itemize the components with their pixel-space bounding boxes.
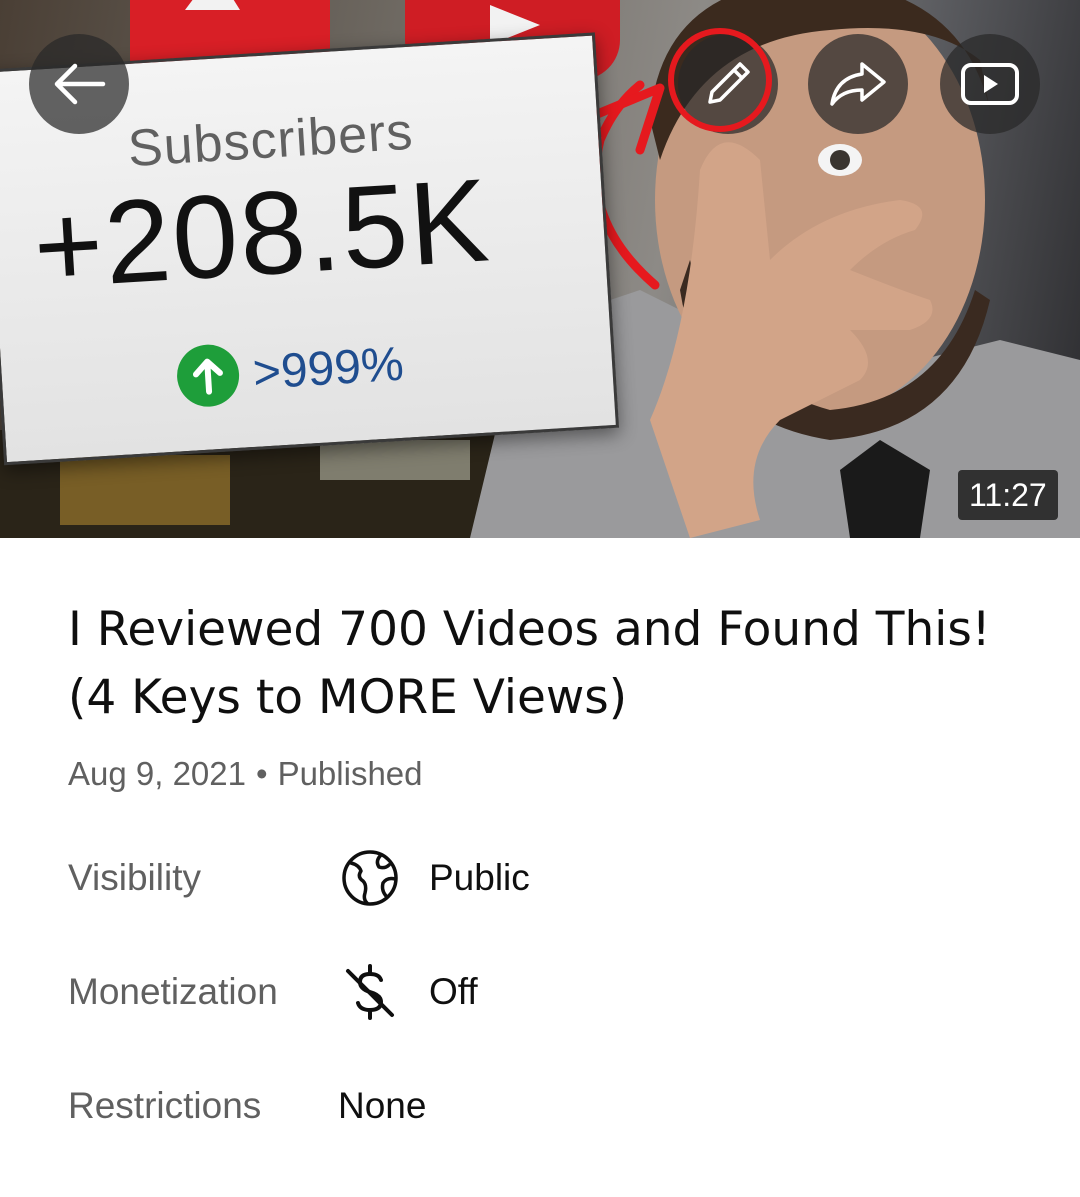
video-title: I Reviewed 700 Videos and Found This! (4… [68,602,991,725]
visibility-label: Visibility [68,857,201,898]
share-button[interactable] [808,34,908,134]
publish-date: Aug 9, 2021 [68,755,246,792]
pencil-icon [708,62,750,104]
video-details-screen: Subscribers +208.5K >999% 11:27 I Review… [0,0,1080,1197]
youtube-play-icon [961,63,1019,105]
publish-status: Published [277,755,423,792]
no-money-icon [338,962,402,1022]
share-arrow-icon [830,62,886,106]
restrictions-value: None [338,1085,427,1126]
arrow-left-icon [54,63,106,105]
visibility-row[interactable]: Visibility Public [68,848,530,908]
meta-separator: • [256,755,268,792]
arrow-up-icon [175,342,241,409]
open-in-youtube-button[interactable] [940,34,1040,134]
visibility-value: Public [429,857,530,898]
restrictions-row[interactable]: Restrictions None [68,1076,426,1136]
restrictions-label: Restrictions [68,1085,262,1126]
monetization-label: Monetization [68,971,278,1012]
back-button[interactable] [29,34,129,134]
globe-icon [338,848,402,908]
edit-button[interactable] [678,34,778,134]
stat-card-value: +208.5K [29,154,495,314]
video-thumbnail[interactable]: Subscribers +208.5K >999% 11:27 [0,0,1080,538]
video-meta: Aug 9, 2021 • Published [68,755,423,793]
stat-card-growth: >999% [175,333,405,409]
monetization-row[interactable]: Monetization Off [68,962,478,1022]
video-duration-badge: 11:27 [958,470,1058,520]
monetization-value: Off [429,971,478,1012]
stat-card-growth-text: >999% [251,337,406,400]
